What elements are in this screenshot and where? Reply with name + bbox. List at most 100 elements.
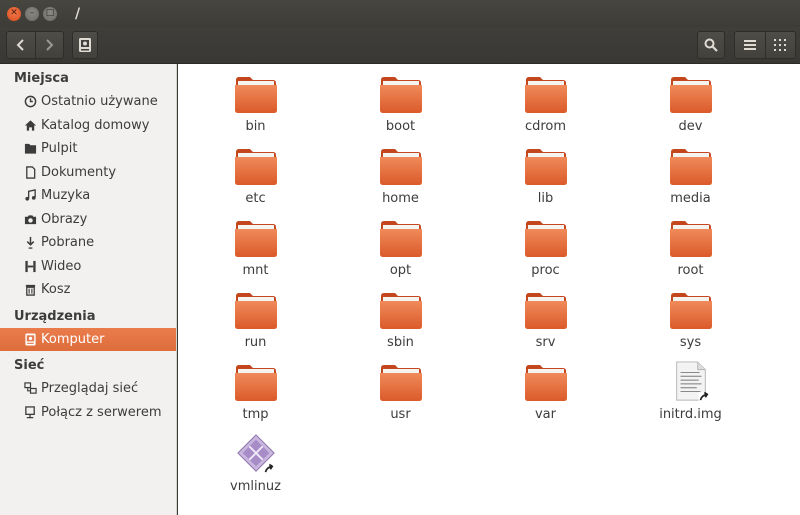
- file-name-label: proc: [531, 263, 560, 278]
- minimize-icon: –: [29, 8, 35, 18]
- video-icon: [23, 259, 37, 273]
- sidebar-item-label: Przeglądaj sieć: [41, 381, 139, 397]
- sidebar-item-label: Wideo: [41, 258, 82, 274]
- server-connect-icon: [23, 405, 37, 419]
- folder-item-home[interactable]: home: [328, 144, 473, 216]
- back-button[interactable]: [7, 32, 35, 58]
- folder-icon: [379, 144, 423, 188]
- sidebar-item-pulpit[interactable]: Pulpit: [0, 137, 176, 161]
- text-file-link-icon: [669, 360, 713, 404]
- search-icon: [704, 38, 718, 52]
- file-name-label: lib: [537, 191, 554, 206]
- file-name-label: boot: [385, 119, 416, 134]
- grid-view-button[interactable]: [764, 32, 796, 58]
- file-name-label: bin: [245, 119, 266, 134]
- file-name-label: home: [382, 191, 419, 206]
- folder-icon: [669, 144, 713, 188]
- sidebar-item-dokumenty[interactable]: Dokumenty: [0, 161, 176, 185]
- sidebar-item-muzyka[interactable]: Muzyka: [0, 184, 176, 208]
- folder-icon: [234, 216, 278, 260]
- folder-icon: [524, 216, 568, 260]
- maximize-window-button[interactable]: □: [43, 6, 57, 21]
- path-bar-computer-button[interactable]: [72, 31, 98, 59]
- sidebar-section-header: Sieć: [14, 358, 45, 373]
- folder-item-opt[interactable]: opt: [328, 216, 473, 288]
- folder-item-boot[interactable]: boot: [328, 72, 473, 144]
- sidebar-item-label: Komputer: [41, 331, 105, 347]
- folder-icon: [234, 360, 278, 404]
- sidebar-item-obrazy[interactable]: Obrazy: [0, 208, 176, 232]
- folder-item-sbin[interactable]: sbin: [328, 288, 473, 360]
- binary-file-link-icon: [234, 432, 278, 476]
- folder-item-etc[interactable]: etc: [183, 144, 328, 216]
- sidebar-item-kosz[interactable]: Kosz: [0, 278, 176, 302]
- computer-icon: [23, 332, 37, 346]
- file-item-initrd-img[interactable]: initrd.img: [618, 360, 763, 432]
- file-name-label: dev: [678, 119, 703, 134]
- folder-item-var[interactable]: var: [473, 360, 618, 432]
- trash-icon: [23, 283, 37, 297]
- file-name-label: vmlinuz: [230, 479, 281, 494]
- folder-item-media[interactable]: media: [618, 144, 763, 216]
- folder-item-sys[interactable]: sys: [618, 288, 763, 360]
- desktop-folder-icon: [23, 142, 37, 156]
- sidebar: Miejsca Ostatnio używane Katalog domowy Pul…: [0, 64, 177, 515]
- sidebar-item-label: Kosz: [41, 282, 71, 298]
- folder-item-cdrom[interactable]: cdrom: [473, 72, 618, 144]
- icon-grid: bin boot cdrom dev etc home lib media mnt opt proc…: [183, 72, 763, 504]
- folder-icon: [669, 72, 713, 116]
- sidebar-item-połącz-z-serwerem[interactable]: Połącz z serwerem: [0, 401, 176, 425]
- folder-item-bin[interactable]: bin: [183, 72, 328, 144]
- file-name-label: initrd.img: [659, 407, 722, 422]
- file-name-label: cdrom: [524, 119, 567, 134]
- file-view: bin boot cdrom dev etc home lib media mnt opt proc…: [178, 64, 800, 515]
- sidebar-item-ostatnio-używane[interactable]: Ostatnio używane: [0, 90, 176, 114]
- folder-icon: [524, 144, 568, 188]
- folder-item-lib[interactable]: lib: [473, 144, 618, 216]
- list-view-icon: [743, 40, 756, 50]
- file-name-label: run: [244, 335, 267, 350]
- chevron-left-icon: [16, 39, 24, 51]
- folder-item-run[interactable]: run: [183, 288, 328, 360]
- sidebar-item-label: Katalog domowy: [41, 117, 150, 133]
- folder-item-srv[interactable]: srv: [473, 288, 618, 360]
- folder-item-proc[interactable]: proc: [473, 216, 618, 288]
- folder-icon: [524, 72, 568, 116]
- camera-icon: [23, 212, 37, 226]
- chevron-right-icon: [46, 39, 54, 51]
- close-window-button[interactable]: ✕: [7, 6, 21, 21]
- folder-item-root[interactable]: root: [618, 216, 763, 288]
- file-name-label: etc: [245, 191, 266, 206]
- folder-item-tmp[interactable]: tmp: [183, 360, 328, 432]
- toolbar: [0, 27, 800, 64]
- sidebar-item-komputer[interactable]: Komputer: [0, 327, 176, 351]
- folder-item-mnt[interactable]: mnt: [183, 216, 328, 288]
- minimize-window-button[interactable]: –: [25, 6, 39, 21]
- file-name-label: tmp: [242, 407, 269, 422]
- sidebar-item-pobrane[interactable]: Pobrane: [0, 231, 176, 255]
- close-icon: ✕: [10, 8, 18, 18]
- sidebar-item-przeglądaj-sieć[interactable]: Przeglądaj sieć: [0, 377, 176, 401]
- folder-icon: [669, 288, 713, 332]
- search-button[interactable]: [697, 31, 725, 59]
- file-name-label: mnt: [242, 263, 269, 278]
- navigation-buttons: [6, 31, 64, 59]
- folder-item-usr[interactable]: usr: [328, 360, 473, 432]
- sidebar-item-wideo[interactable]: Wideo: [0, 255, 176, 279]
- sidebar-item-label: Ostatnio używane: [41, 94, 158, 110]
- sidebar-item-katalog-domowy[interactable]: Katalog domowy: [0, 114, 176, 138]
- folder-icon: [524, 288, 568, 332]
- forward-button[interactable]: [34, 32, 64, 58]
- folder-item-dev[interactable]: dev: [618, 72, 763, 144]
- file-name-label: media: [670, 191, 711, 206]
- sidebar-item-label: Dokumenty: [41, 164, 117, 180]
- list-view-button[interactable]: [735, 32, 765, 58]
- file-item-vmlinuz[interactable]: vmlinuz: [183, 432, 328, 504]
- file-name-label: root: [677, 263, 704, 278]
- sidebar-item-label: Muzyka: [41, 188, 91, 204]
- sidebar-item-label: Pulpit: [41, 141, 78, 157]
- download-icon: [23, 236, 37, 250]
- folder-icon: [379, 360, 423, 404]
- sidebar-section-header: Miejsca: [14, 71, 69, 86]
- folder-icon: [234, 144, 278, 188]
